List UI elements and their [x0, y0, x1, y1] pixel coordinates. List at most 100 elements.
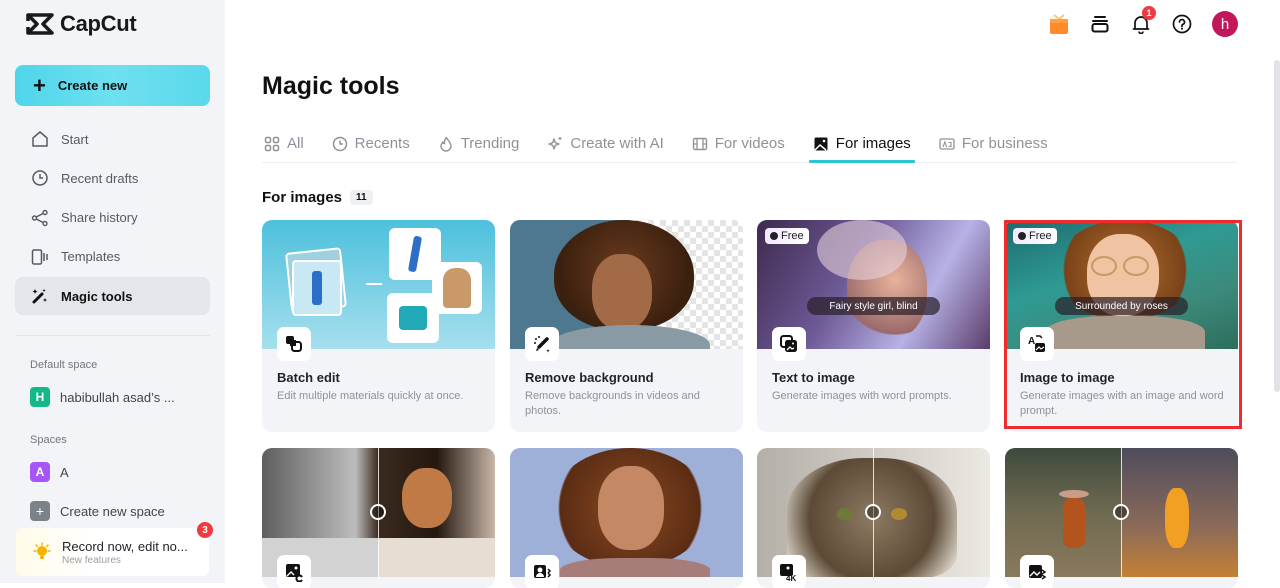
tab-for-videos[interactable]: For videos: [690, 125, 787, 162]
sidebar: CapCut + Create new Start Recent drafts …: [0, 0, 225, 583]
sidebar-item-share-history[interactable]: Share history: [15, 199, 210, 237]
tool-card-style-transfer[interactable]: [1005, 448, 1238, 588]
ad-icon: [939, 137, 955, 150]
card-title: Remove background: [525, 370, 654, 385]
new-features-promo[interactable]: Record now, edit no... New features 3: [16, 522, 213, 576]
home-icon: [32, 131, 48, 147]
notifications-button[interactable]: 1: [1120, 6, 1161, 38]
section-count: 11: [350, 190, 373, 205]
tab-label: All: [287, 135, 304, 152]
tool-card-image-to-image[interactable]: Free Surrounded by roses A Image to imag…: [1005, 220, 1238, 432]
tool-card-remove-background[interactable]: Remove background Remove backgrounds in …: [510, 220, 743, 432]
category-tabs: All Recents Trending Create with AI For …: [262, 125, 1237, 163]
svg-text:A: A: [1028, 336, 1035, 347]
card-title: Batch edit: [277, 370, 340, 385]
tab-all[interactable]: All: [262, 125, 306, 162]
tab-label: Trending: [460, 135, 520, 152]
promo-badge: 3: [197, 522, 213, 538]
sidebar-item-label: Templates: [61, 249, 121, 265]
create-new-button[interactable]: + Create new: [15, 65, 210, 106]
clock-icon: [332, 136, 347, 151]
sidebar-item-recent-drafts[interactable]: Recent drafts: [15, 159, 210, 197]
help-button[interactable]: [1161, 10, 1202, 38]
card-description: Edit multiple materials quickly at once.: [277, 390, 464, 402]
storage-button[interactable]: [1079, 10, 1120, 38]
prompt-caption: Surrounded by roses: [1055, 297, 1188, 315]
promo-title: Record now, edit no...: [62, 538, 188, 554]
free-badge-label: Free: [1029, 230, 1052, 242]
page-scrollbar[interactable]: [1274, 60, 1280, 392]
notification-badge: 1: [1142, 6, 1156, 20]
capcut-logo[interactable]: CapCut: [26, 10, 137, 38]
tool-card-upscale-4k[interactable]: 4K: [757, 448, 990, 588]
user-avatar[interactable]: h: [1212, 11, 1238, 37]
sidebar-item-templates[interactable]: Templates: [15, 238, 210, 276]
free-badge: Free: [765, 228, 809, 244]
space-avatar: H: [30, 387, 50, 407]
clock-icon: [32, 170, 48, 187]
portrait-icon: [525, 555, 559, 588]
flame-icon: [440, 136, 452, 152]
gift-button[interactable]: [1038, 10, 1079, 38]
compare-handle[interactable]: [865, 504, 881, 520]
card-description: Generate images with an image and word p…: [1020, 390, 1224, 417]
page-title: Magic tools: [262, 72, 400, 100]
storage-icon: [1091, 16, 1108, 33]
svg-text:4K: 4K: [786, 574, 796, 582]
default-space-label: Default space: [30, 359, 98, 371]
compare-handle[interactable]: [1113, 504, 1129, 520]
tab-create-with-ai[interactable]: Create with AI: [545, 125, 665, 162]
tab-label: For videos: [714, 135, 785, 152]
tab-label: For business: [961, 135, 1048, 152]
space-name: A: [60, 464, 69, 480]
promo-subtitle: New features: [62, 554, 121, 566]
plus-icon: +: [33, 72, 46, 98]
batch-edit-icon: [277, 327, 311, 361]
tab-for-business[interactable]: For business: [937, 125, 1050, 162]
tool-card-text-to-image[interactable]: Free Fairy style girl, blind Text to ima…: [757, 220, 990, 432]
card-title: Image to image: [1020, 370, 1115, 385]
space-avatar: A: [30, 462, 50, 482]
tool-card-colorize[interactable]: [262, 448, 495, 588]
tool-card-portrait[interactable]: [510, 448, 743, 588]
app-name: CapCut: [60, 11, 137, 36]
style-transfer-icon: [1020, 555, 1054, 588]
section-title: For images: [262, 189, 343, 206]
remove-bg-icon: [525, 327, 559, 361]
sidebar-item-label: Recent drafts: [61, 170, 139, 186]
tool-card-batch-edit[interactable]: Batch edit Edit multiple materials quick…: [262, 220, 495, 432]
tab-recents[interactable]: Recents: [330, 125, 412, 162]
capcut-logo-icon: [26, 13, 54, 35]
tab-for-images[interactable]: For images: [808, 125, 915, 163]
image-icon: [814, 137, 828, 151]
default-space-item[interactable]: H habibullah asad’s ...: [30, 387, 175, 407]
upscale-4k-icon: 4K: [772, 555, 806, 588]
grid-icon: [264, 136, 280, 151]
card-description: Remove backgrounds in videos and photos.: [525, 390, 700, 417]
topbar: 1 h: [1038, 6, 1238, 38]
create-space-label: Create new space: [60, 503, 165, 519]
plus-icon: +: [30, 501, 50, 521]
space-name: habibullah asad’s ...: [60, 389, 175, 405]
sidebar-item-label: Share history: [61, 210, 138, 226]
tab-trending[interactable]: Trending: [436, 125, 522, 162]
card-title: Text to image: [772, 370, 855, 385]
sidebar-item-start[interactable]: Start: [15, 120, 210, 158]
tab-label: Recents: [354, 135, 410, 152]
spaces-label: Spaces: [30, 434, 67, 446]
space-item-a[interactable]: A A: [30, 462, 69, 482]
create-new-space-button[interactable]: + Create new space: [30, 501, 165, 521]
sidebar-nav: Start Recent drafts Share history Templa…: [15, 120, 210, 316]
sidebar-item-label: Start: [61, 131, 89, 147]
sidebar-divider: [15, 335, 210, 336]
clock-icon: [1018, 232, 1026, 240]
sidebar-item-label: Magic tools: [61, 288, 133, 304]
share-icon: [31, 209, 48, 226]
create-new-label: Create new: [57, 78, 128, 93]
clock-icon: [770, 232, 778, 240]
free-badge: Free: [1013, 228, 1057, 244]
sidebar-item-magic-tools[interactable]: Magic tools: [15, 277, 210, 316]
lightbulb-icon: [33, 542, 51, 559]
image-to-image-icon: A: [1020, 327, 1054, 361]
compare-handle[interactable]: [370, 504, 386, 520]
